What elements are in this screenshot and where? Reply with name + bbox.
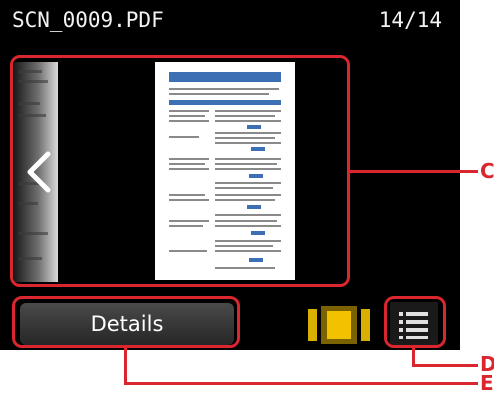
leader-line-d [412,364,478,367]
callout-label-c: C [480,159,494,183]
figure: SCN_0009.PDF 14/14 Details C D E [0,0,494,399]
single-page-view-icon[interactable] [308,306,372,344]
leader-line-c [350,170,460,173]
printer-lcd-screen: SCN_0009.PDF 14/14 Details [0,0,460,350]
leader-line-c-ext [460,170,478,173]
callout-label-e: E [480,371,494,395]
callout-frame-e [12,296,240,348]
callout-frame-d [384,296,446,348]
page-counter: 14/14 [378,8,442,32]
leader-line-e-vertical [124,348,127,384]
callout-frame-c [10,55,350,287]
file-name: SCN_0009.PDF [12,8,164,32]
leader-line-e [124,382,478,385]
